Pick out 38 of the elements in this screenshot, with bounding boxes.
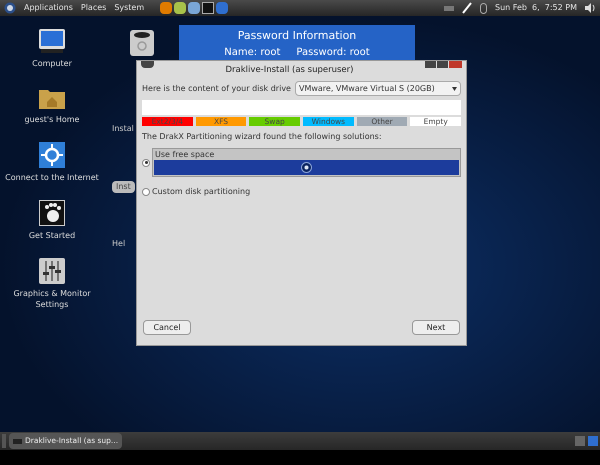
caret-icon bbox=[452, 86, 457, 90]
monitor-icon bbox=[38, 28, 66, 54]
icon-label: Hel bbox=[112, 238, 126, 250]
icon-label[interactable]: guest's Home bbox=[2, 114, 102, 125]
sliders-icon bbox=[39, 258, 65, 284]
icon-label[interactable]: Graphics & Monitor Settings bbox=[2, 288, 102, 310]
icon-label: Instal bbox=[112, 123, 134, 135]
window-title: Draklive-Install (as superuser) bbox=[224, 64, 354, 76]
panel-menu[interactable]: System bbox=[114, 2, 144, 14]
radio-button[interactable] bbox=[142, 188, 150, 196]
dialog-button[interactable]: Next bbox=[412, 320, 460, 335]
radio-button[interactable] bbox=[142, 158, 150, 166]
icon-label[interactable]: Get Started bbox=[2, 230, 102, 241]
clock[interactable]: Sun Feb 6, 7:52 PM bbox=[495, 2, 577, 14]
panel-menu[interactable]: Places bbox=[80, 2, 106, 14]
note-text: Password: root bbox=[296, 46, 370, 58]
drive-label: Here is the content of your disk drive bbox=[142, 82, 291, 94]
trash-icon[interactable] bbox=[130, 30, 154, 56]
dialog-button[interactable]: Cancel bbox=[143, 320, 191, 335]
note-text: Name: root bbox=[224, 46, 280, 58]
solutions-label: The DrakX Partitioning wizard found the following solutions: bbox=[142, 131, 383, 143]
icon-label[interactable]: Computer bbox=[2, 58, 102, 69]
panel-menu[interactable]: Applications bbox=[24, 2, 73, 14]
drive-dropdown[interactable]: VMware, VMware Virtual S (20GB) bbox=[294, 81, 461, 96]
volume-icon[interactable] bbox=[585, 3, 596, 13]
option-label[interactable]: Custom disk partitioning bbox=[152, 186, 250, 198]
option-label: Use free space bbox=[154, 150, 216, 160]
network-icon bbox=[39, 142, 65, 168]
footprint-icon bbox=[39, 200, 65, 226]
logo-icon[interactable] bbox=[4, 2, 16, 14]
terminal-icon[interactable] bbox=[202, 2, 214, 14]
note-title: Password Information bbox=[238, 28, 356, 44]
icon-label[interactable]: Connect to the Internet bbox=[2, 172, 102, 183]
icon-label: Inst bbox=[112, 181, 135, 193]
solution-panel[interactable]: Use free space bbox=[152, 148, 461, 177]
show-desktop-handle[interactable] bbox=[2, 434, 6, 448]
pc-logo-icon bbox=[301, 162, 312, 173]
pen-icon[interactable] bbox=[462, 2, 472, 14]
